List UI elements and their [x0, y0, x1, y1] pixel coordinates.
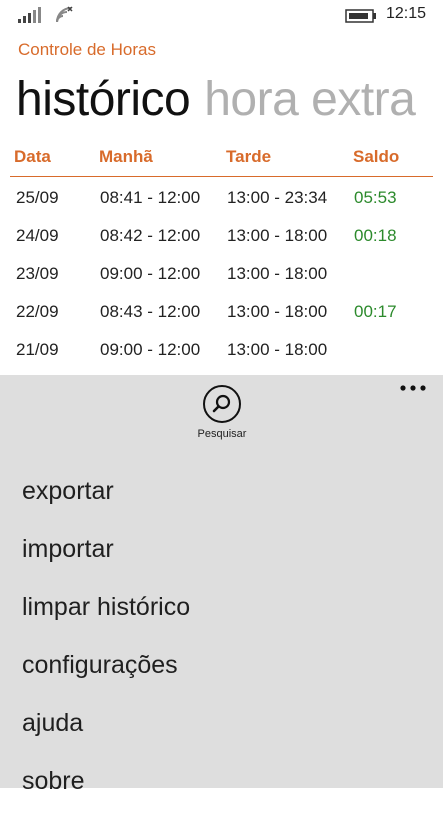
menu-item-exportar[interactable]: exportar	[22, 475, 190, 533]
pivot-header: histórico hora extra	[16, 72, 429, 127]
cell-manha: 09:00 - 12:00	[100, 264, 201, 283]
menu-item-configuracoes[interactable]: configurações	[22, 649, 190, 707]
search-label: Pesquisar	[197, 428, 247, 440]
cell-manha: 08:43 - 12:00	[100, 302, 201, 321]
wifi-icon	[56, 6, 73, 23]
table-row[interactable]: 21/09 09:00 - 12:00 13:00 - 18:00	[0, 329, 443, 367]
app-title: Controle de Horas	[18, 40, 156, 59]
cell-data: 23/09	[16, 264, 59, 283]
status-time: 12:15	[386, 5, 427, 22]
cell-data: 21/09	[16, 340, 59, 359]
table-header: Data Manhã Tarde Saldo	[10, 140, 433, 177]
menu-item-ajuda[interactable]: ajuda	[22, 707, 190, 765]
cell-manha: 09:00 - 12:00	[100, 340, 201, 359]
more-icon[interactable]	[399, 382, 427, 394]
header-saldo: Saldo	[353, 147, 400, 166]
menu-item-limpar-historico[interactable]: limpar histórico	[22, 591, 190, 649]
cell-tarde: 13:00 - 18:00	[227, 340, 328, 359]
status-bar: 12:15	[0, 0, 443, 32]
cell-saldo: 00:18	[354, 226, 397, 245]
cell-tarde: 13:00 - 18:00	[227, 264, 328, 283]
battery-icon	[345, 9, 376, 23]
table-row[interactable]: 25/09 08:41 - 12:00 13:00 - 23:34 05:53	[0, 177, 443, 215]
cell-saldo: 00:17	[354, 302, 397, 321]
cell-saldo: 05:53	[354, 188, 397, 207]
search-button[interactable]: Pesquisar	[196, 385, 248, 440]
history-table: Data Manhã Tarde Saldo 25/09 08:41 - 12:…	[0, 140, 443, 367]
cell-manha: 08:42 - 12:00	[100, 226, 201, 245]
header-manha: Manhã	[99, 147, 153, 166]
signal-icon	[18, 7, 41, 23]
cell-tarde: 13:00 - 18:00	[227, 226, 328, 245]
menu-item-importar[interactable]: importar	[22, 533, 190, 591]
pivot-tab-hora-extra[interactable]: hora extra	[204, 72, 416, 127]
cell-tarde: 13:00 - 23:34	[227, 188, 328, 207]
menu-item-sobre[interactable]: sobre	[22, 765, 190, 823]
table-row[interactable]: 22/09 08:43 - 12:00 13:00 - 18:00 00:17	[0, 291, 443, 329]
table-row[interactable]: 23/09 09:00 - 12:00 13:00 - 18:00	[0, 253, 443, 291]
header-tarde: Tarde	[226, 147, 272, 166]
appbar-menu: exportar importar limpar histórico confi…	[22, 475, 190, 823]
cell-manha: 08:41 - 12:00	[100, 188, 201, 207]
cell-data: 24/09	[16, 226, 59, 245]
header-data: Data	[14, 147, 51, 166]
cell-tarde: 13:00 - 18:00	[227, 302, 328, 321]
search-icon	[203, 385, 241, 423]
table-row[interactable]: 24/09 08:42 - 12:00 13:00 - 18:00 00:18	[0, 215, 443, 253]
pivot-tab-historico[interactable]: histórico	[16, 72, 191, 127]
cell-data: 22/09	[16, 302, 59, 321]
cell-data: 25/09	[16, 188, 59, 207]
app-bar: Pesquisar exportar importar limpar histó…	[0, 375, 443, 795]
